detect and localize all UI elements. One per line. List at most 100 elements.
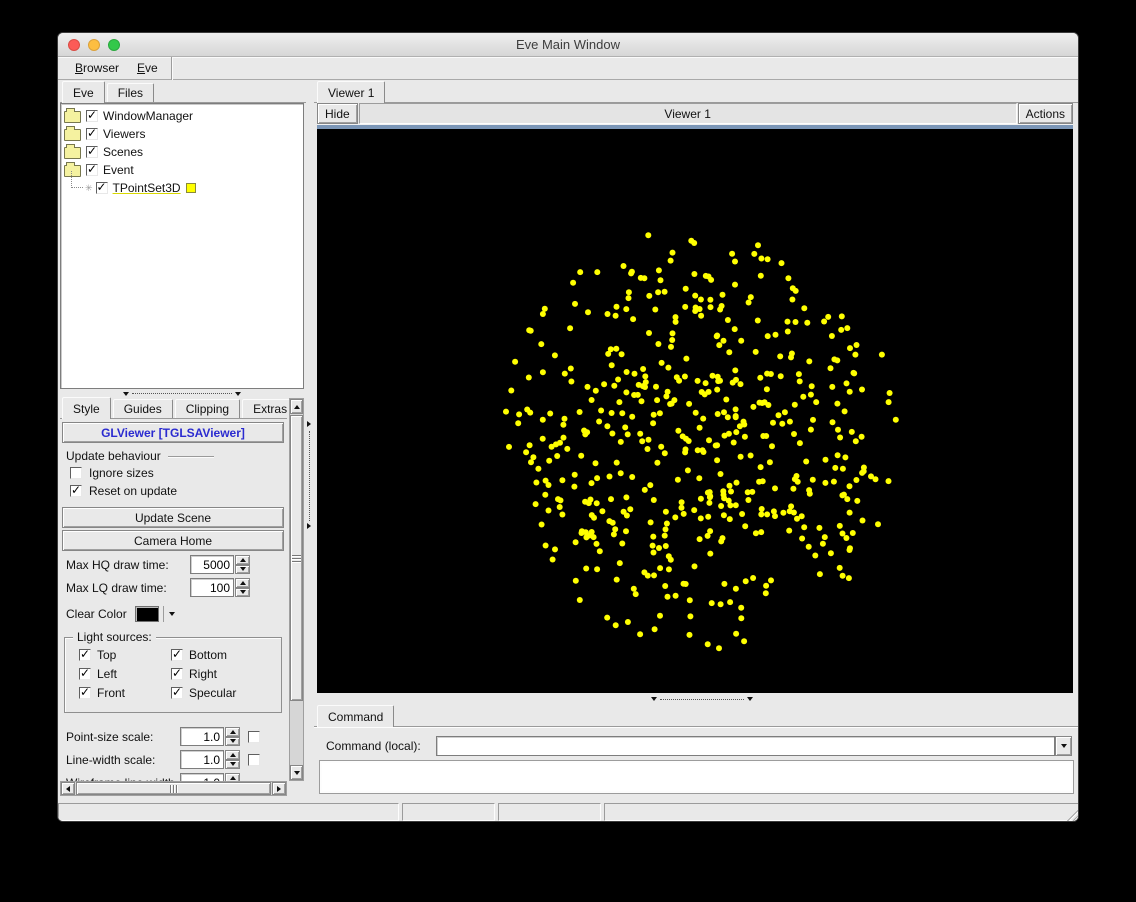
menu-browser[interactable]: Browser [66,59,128,77]
close-button[interactable] [68,39,80,51]
scroll-up-icon[interactable] [290,399,303,414]
tab-clipping[interactable]: Clipping [175,399,240,418]
max-lq-input[interactable] [190,578,234,597]
tree-item-label[interactable]: TPointSet3D [113,181,181,195]
scroll-right-icon[interactable] [272,782,286,795]
pointset-color-swatch[interactable] [186,183,196,193]
scroll-down-icon[interactable] [290,765,303,780]
scrollbar-thumb[interactable] [76,782,271,795]
spinner-up-icon[interactable] [225,773,240,781]
light-bottom-checkbox[interactable] [171,649,183,661]
tab-style[interactable]: Style [62,397,111,419]
gl-viewport[interactable] [317,129,1073,693]
collapse-up-icon[interactable] [123,392,129,396]
eve-tree[interactable]: WindowManager Viewers Scenes Event ✳ [60,103,304,389]
update-scene-button[interactable]: Update Scene [62,507,284,528]
minimize-button[interactable] [88,39,100,51]
style-horizontal-scrollbar[interactable] [60,781,287,796]
light-left-label: Left [97,667,117,681]
light-specular-checkbox[interactable] [171,687,183,699]
light-top-option[interactable]: Top [79,648,171,662]
light-left-option[interactable]: Left [79,667,171,681]
collapse-right-icon[interactable] [307,523,311,529]
collapse-right-icon[interactable] [307,421,311,427]
tree-item-label[interactable]: WindowManager [103,109,193,123]
tree-item-label[interactable]: Event [103,163,134,177]
spinner-up-icon[interactable] [225,727,240,737]
tree-checkbox[interactable] [86,110,98,122]
tree-item-windowmanager[interactable]: WindowManager [64,107,303,125]
splitter-dots[interactable] [309,431,310,521]
tab-eve[interactable]: Eve [62,81,105,103]
reset-on-update-option[interactable]: Reset on update [70,484,177,498]
tab-command[interactable]: Command [317,705,394,727]
spinner-up-icon[interactable] [235,578,250,588]
clear-color-dropdown[interactable] [163,606,176,622]
tree-item-scenes[interactable]: Scenes [64,143,303,161]
light-right-option[interactable]: Right [171,667,281,681]
glviewer-link[interactable]: GLViewer [TGLSAViewer] [62,422,284,443]
viewer-tabs: Viewer 1 [314,81,1079,103]
viewer-title: Viewer 1 [359,103,1017,124]
spinner-up-icon[interactable] [225,750,240,760]
scroll-left-icon[interactable] [61,782,75,795]
line-width-checkbox[interactable] [248,754,260,766]
ignore-sizes-checkbox[interactable] [70,467,82,479]
light-right-checkbox[interactable] [171,668,183,680]
actions-button[interactable]: Actions [1018,103,1073,124]
collapse-icon[interactable] [651,697,657,701]
folder-icon [64,147,81,159]
line-width-input[interactable] [180,750,224,769]
tree-item-label[interactable]: Viewers [103,127,145,141]
point-cloud [317,129,1073,693]
splitter-dots[interactable] [132,393,232,394]
tree-item-tpointset3d[interactable]: ✳ TPointSet3D [64,179,303,197]
tree-checkbox[interactable] [86,146,98,158]
tab-viewer-1[interactable]: Viewer 1 [317,81,385,103]
panel-splitter[interactable] [306,81,314,801]
spinner-down-icon[interactable] [235,588,250,598]
point-size-input[interactable] [180,727,224,746]
tab-files[interactable]: Files [107,83,154,102]
menu-eve[interactable]: Eve [128,59,167,77]
style-vertical-scrollbar[interactable] [289,398,304,781]
camera-home-button[interactable]: Camera Home [62,530,284,551]
tree-item-event[interactable]: Event [64,161,303,179]
scrollbar-thumb[interactable] [290,415,303,701]
titlebar[interactable]: Eve Main Window [58,33,1078,57]
status-segment [604,803,1079,821]
collapse-icon[interactable] [747,697,753,701]
max-hq-input[interactable] [190,555,234,574]
collapse-down-icon[interactable] [235,392,241,396]
tree-item-viewers[interactable]: Viewers [64,125,303,143]
tree-checkbox[interactable] [96,182,108,194]
point-size-checkbox[interactable] [248,731,260,743]
command-output[interactable] [319,760,1074,794]
spinner-up-icon[interactable] [235,555,250,565]
light-front-checkbox[interactable] [79,687,91,699]
zoom-button[interactable] [108,39,120,51]
tree-checkbox[interactable] [86,128,98,140]
tree-item-label[interactable]: Scenes [103,145,143,159]
light-top-checkbox[interactable] [79,649,91,661]
spinner-down-icon[interactable] [235,565,250,575]
max-hq-spinner [190,555,250,574]
ignore-sizes-option[interactable]: Ignore sizes [70,466,154,480]
command-input[interactable] [436,736,1055,756]
viewer-command-splitter[interactable] [644,693,760,705]
spinner-down-icon[interactable] [225,760,240,770]
clear-color-swatch[interactable] [135,606,159,622]
spinner-down-icon[interactable] [225,737,240,747]
hide-button[interactable]: Hide [317,103,358,124]
splitter-dots[interactable] [660,699,744,700]
tab-guides[interactable]: Guides [113,399,173,418]
light-left-checkbox[interactable] [79,668,91,680]
tree-checkbox[interactable] [86,164,98,176]
wireframe-width-input[interactable] [180,773,224,781]
reset-on-update-checkbox[interactable] [70,485,82,497]
combo-dropdown-icon[interactable] [1055,736,1072,756]
light-front-option[interactable]: Front [79,686,171,700]
browser-tabs: Eve Files [60,81,306,103]
light-specular-option[interactable]: Specular [171,686,281,700]
light-bottom-option[interactable]: Bottom [171,648,281,662]
